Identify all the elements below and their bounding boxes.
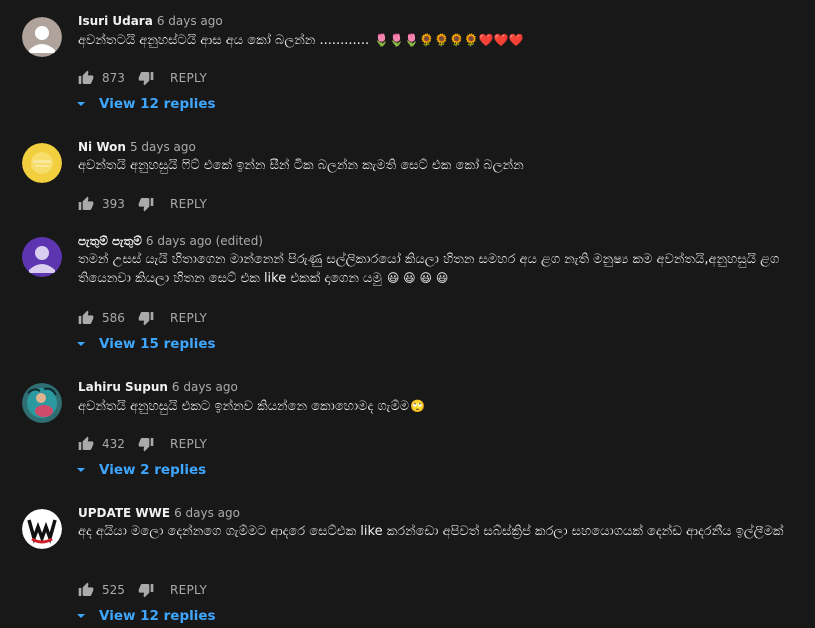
default-avatar-icon[interactable] (22, 17, 62, 57)
thumbs-up-icon[interactable] (78, 436, 94, 452)
comment-emoji: 😃 😃 😃 😃 (386, 271, 449, 285)
photo-avatar[interactable] (22, 383, 62, 423)
caret-down-icon (77, 342, 85, 346)
thumbs-down-icon[interactable] (138, 70, 154, 86)
view-replies-button[interactable]: View 12 replies (76, 96, 216, 112)
comment-text: තමන් උසස් යැයි හිතාගෙන මාන්නෙන් පිරුණු ස… (78, 251, 793, 288)
comment-author[interactable]: පැතුම් පැතුම් (78, 234, 142, 248)
comment-text: අද අයියා මලො දෙන්නගෙ ගැම්මට ආදරෙ සෙට්එක … (78, 524, 784, 539)
view-replies-button[interactable]: View 15 replies (76, 336, 216, 352)
reply-button[interactable]: REPLY (170, 437, 207, 451)
reply-button[interactable]: REPLY (170, 311, 207, 325)
comment-author[interactable]: Isuri Udara (78, 14, 153, 28)
comment-text: අවන්තයි අනුහසුයි ෆිට් එකේ ඉන්න සීන් ටික … (78, 158, 524, 173)
thumbs-down-icon[interactable] (138, 196, 154, 212)
comment-time[interactable]: 6 days ago (174, 506, 240, 520)
like-count: 873 (102, 71, 125, 85)
view-replies-label: View 15 replies (99, 336, 216, 352)
comment-time[interactable]: 5 days ago (130, 140, 196, 154)
comment-author[interactable]: UPDATE WWE (78, 506, 170, 520)
thumbs-down-icon[interactable] (138, 582, 154, 598)
caret-down-icon (77, 102, 85, 106)
view-replies-label: View 12 replies (99, 96, 216, 112)
like-count: 393 (102, 197, 125, 211)
default-avatar-icon[interactable] (22, 237, 62, 277)
yellow-logo-avatar[interactable] (22, 143, 62, 183)
reply-button[interactable]: REPLY (170, 583, 207, 597)
comment-text: අවන්තටයි අනුහස්ටයි ආස අය කෝ බලන්න ......… (78, 31, 793, 50)
thumbs-up-icon[interactable] (78, 310, 94, 326)
comment-text: අවන්තයි අනුහසුයි එකට ඉන්නව කියන්නෙ කොහොම… (78, 397, 793, 416)
comment-time[interactable]: 6 days ago (172, 380, 238, 394)
comment-emoji: 🙄 (410, 399, 426, 413)
comment-actions: 393 REPLY (78, 194, 207, 214)
comment-actions: 525 REPLY (78, 580, 207, 600)
view-replies-label: View 2 replies (99, 462, 207, 478)
like-count: 525 (102, 583, 125, 597)
thumbs-up-icon[interactable] (78, 582, 94, 598)
like-count: 586 (102, 311, 125, 325)
like-count: 432 (102, 437, 125, 451)
thumbs-up-icon[interactable] (78, 70, 94, 86)
comment-author[interactable]: Lahiru Supun (78, 380, 168, 394)
comment-emoji: 🌷🌷🌷🌻🌻🌻🌻❤️❤️❤️ (374, 33, 524, 47)
comment-actions: 432 REPLY (78, 434, 207, 454)
caret-down-icon (77, 614, 85, 618)
view-replies-button[interactable]: View 12 replies (76, 608, 216, 624)
comment-author[interactable]: Ni Won (78, 140, 126, 154)
reply-button[interactable]: REPLY (170, 71, 207, 85)
view-replies-label: View 12 replies (99, 608, 216, 624)
comment-text-body: අවන්තටයි අනුහස්ටයි ආස අය කෝ බලන්න ......… (78, 33, 370, 48)
reply-button[interactable]: REPLY (170, 197, 207, 211)
comment-actions: 873 REPLY (78, 68, 207, 88)
wwe-logo-avatar[interactable] (22, 509, 62, 549)
comment-time[interactable]: 6 days ago (157, 14, 223, 28)
view-replies-button[interactable]: View 2 replies (76, 462, 206, 478)
comment-actions: 586 REPLY (78, 308, 207, 328)
comment-time[interactable]: 6 days ago (edited) (146, 234, 263, 248)
thumbs-up-icon[interactable] (78, 196, 94, 212)
caret-down-icon (77, 468, 85, 472)
thumbs-down-icon[interactable] (138, 436, 154, 452)
comment-text-body: අවන්තයි අනුහසුයි එකට ඉන්නව කියන්නෙ කොහොම… (78, 399, 410, 414)
thumbs-down-icon[interactable] (138, 310, 154, 326)
